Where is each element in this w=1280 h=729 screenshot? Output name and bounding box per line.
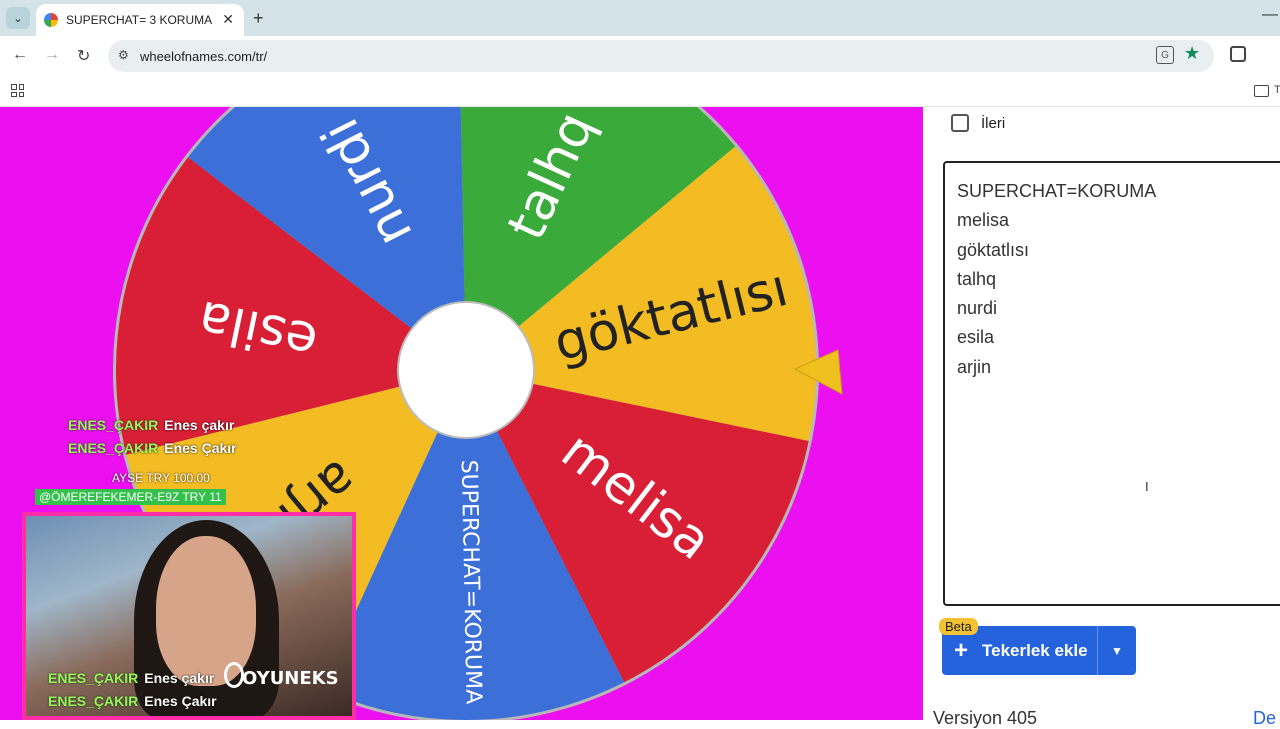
bookmark-folder-label[interactable]: T	[1274, 84, 1280, 96]
wheel-center-button[interactable]	[397, 301, 535, 439]
minimize-button[interactable]: —	[1262, 6, 1278, 24]
tab-title: SUPERCHAT= 3 KORUMA	[66, 13, 213, 27]
close-tab-icon[interactable]: ✕	[222, 11, 234, 28]
browser-tab[interactable]: SUPERCHAT= 3 KORUMA ✕	[36, 4, 244, 36]
favicon-icon	[44, 13, 58, 27]
bookmarks-bar: T	[0, 77, 1280, 107]
more-link[interactable]: De	[1253, 708, 1276, 729]
translate-icon[interactable]: G	[1156, 46, 1174, 64]
chat-user: ENES_ÇAKIR	[68, 440, 159, 456]
text-cursor-icon: I	[1145, 479, 1149, 494]
entry-line: esila	[957, 327, 995, 348]
chat-user: ENES_ÇAKIR	[48, 670, 139, 686]
tab-bar: ⌄ SUPERCHAT= 3 KORUMA ✕ + —	[0, 0, 1280, 36]
chat-line: ENES_ÇAKIR Enes çakır	[68, 417, 234, 433]
site-info-icon[interactable]: ⚙	[118, 48, 129, 62]
chat-message: Enes Çakır	[144, 693, 217, 709]
caret-down-icon: ▼	[1111, 643, 1123, 658]
entry-line: talhq	[957, 268, 997, 289]
oyuneks-logo-icon	[224, 662, 244, 688]
cam-chat-line: ENES_ÇAKIR Enes çakır	[48, 670, 214, 686]
wheel-stage: göktatlısı melisa SUPERCHAT=KORUMA arjin esi…	[0, 107, 923, 720]
chat-message: Enes çakır	[164, 417, 235, 433]
wheel-slice-label: SUPERCHAT=KORUMA	[456, 459, 486, 704]
beta-badge: Beta	[939, 618, 978, 635]
entry-line: SUPERCHAT=KORUMA	[957, 181, 1157, 201]
address-bar[interactable]: ⚙ wheelofnames.com/tr/ G ★	[108, 40, 1214, 72]
plus-icon: +	[954, 636, 969, 664]
extensions-icon[interactable]	[1230, 46, 1246, 62]
oyuneks-logo: OYUNEKS	[242, 668, 339, 689]
entries-sidebar: İleri SUPERCHAT=KORUMA melisa göktatlısı…	[923, 107, 1280, 728]
bookmark-star-icon[interactable]: ★	[1184, 43, 1200, 64]
donation-alert: AYSE TRY 100.00	[112, 471, 210, 485]
chat-user: ENES_ÇAKIR	[68, 417, 159, 433]
cam-chat-line: ENES_ÇAKIR Enes Çakır	[48, 693, 217, 709]
add-wheel-label: Tekerlek ekle	[982, 640, 1088, 660]
back-button[interactable]: ←	[12, 46, 28, 64]
advanced-checkbox[interactable]	[951, 114, 969, 132]
entry-line: nurdi	[957, 298, 998, 319]
superchat-alert: @ÖMEREFEKEMER-E9Z TRY 11	[35, 489, 226, 505]
streamer-face	[156, 536, 256, 686]
version-text: Versiyon 405	[933, 708, 1038, 728]
new-tab-button[interactable]: +	[253, 8, 264, 29]
entry-line: göktatlısı	[957, 239, 1030, 260]
tab-search-button[interactable]: ⌄	[6, 7, 30, 29]
chat-user: ENES_ÇAKIR	[48, 693, 139, 709]
webcam-overlay: OYUNEKS	[22, 512, 356, 720]
url-text[interactable]: wheelofnames.com/tr/	[140, 49, 267, 64]
entry-line: melisa	[957, 210, 1010, 231]
entries-textarea[interactable]: SUPERCHAT=KORUMA melisa göktatlısı talhq…	[943, 161, 1280, 606]
reload-button[interactable]: ↻	[77, 46, 90, 66]
add-wheel-dropdown-button[interactable]: ▼	[1098, 626, 1136, 675]
apps-grid-icon[interactable]	[11, 84, 24, 97]
browser-toolbar: ← → ↻ ⚙ wheelofnames.com/tr/ G ★	[0, 36, 1280, 77]
advanced-label[interactable]: İleri	[981, 115, 1005, 132]
chat-line: ENES_ÇAKIR Enes Çakır	[68, 440, 237, 456]
folder-icon[interactable]	[1254, 85, 1269, 97]
chat-message: Enes çakır	[144, 670, 215, 686]
webcam-feed: OYUNEKS	[26, 516, 352, 716]
chat-message: Enes Çakır	[164, 440, 237, 456]
entry-line: arjin	[957, 356, 992, 377]
forward-button[interactable]: →	[44, 46, 60, 64]
advanced-toggle[interactable]: İleri	[951, 114, 1005, 132]
